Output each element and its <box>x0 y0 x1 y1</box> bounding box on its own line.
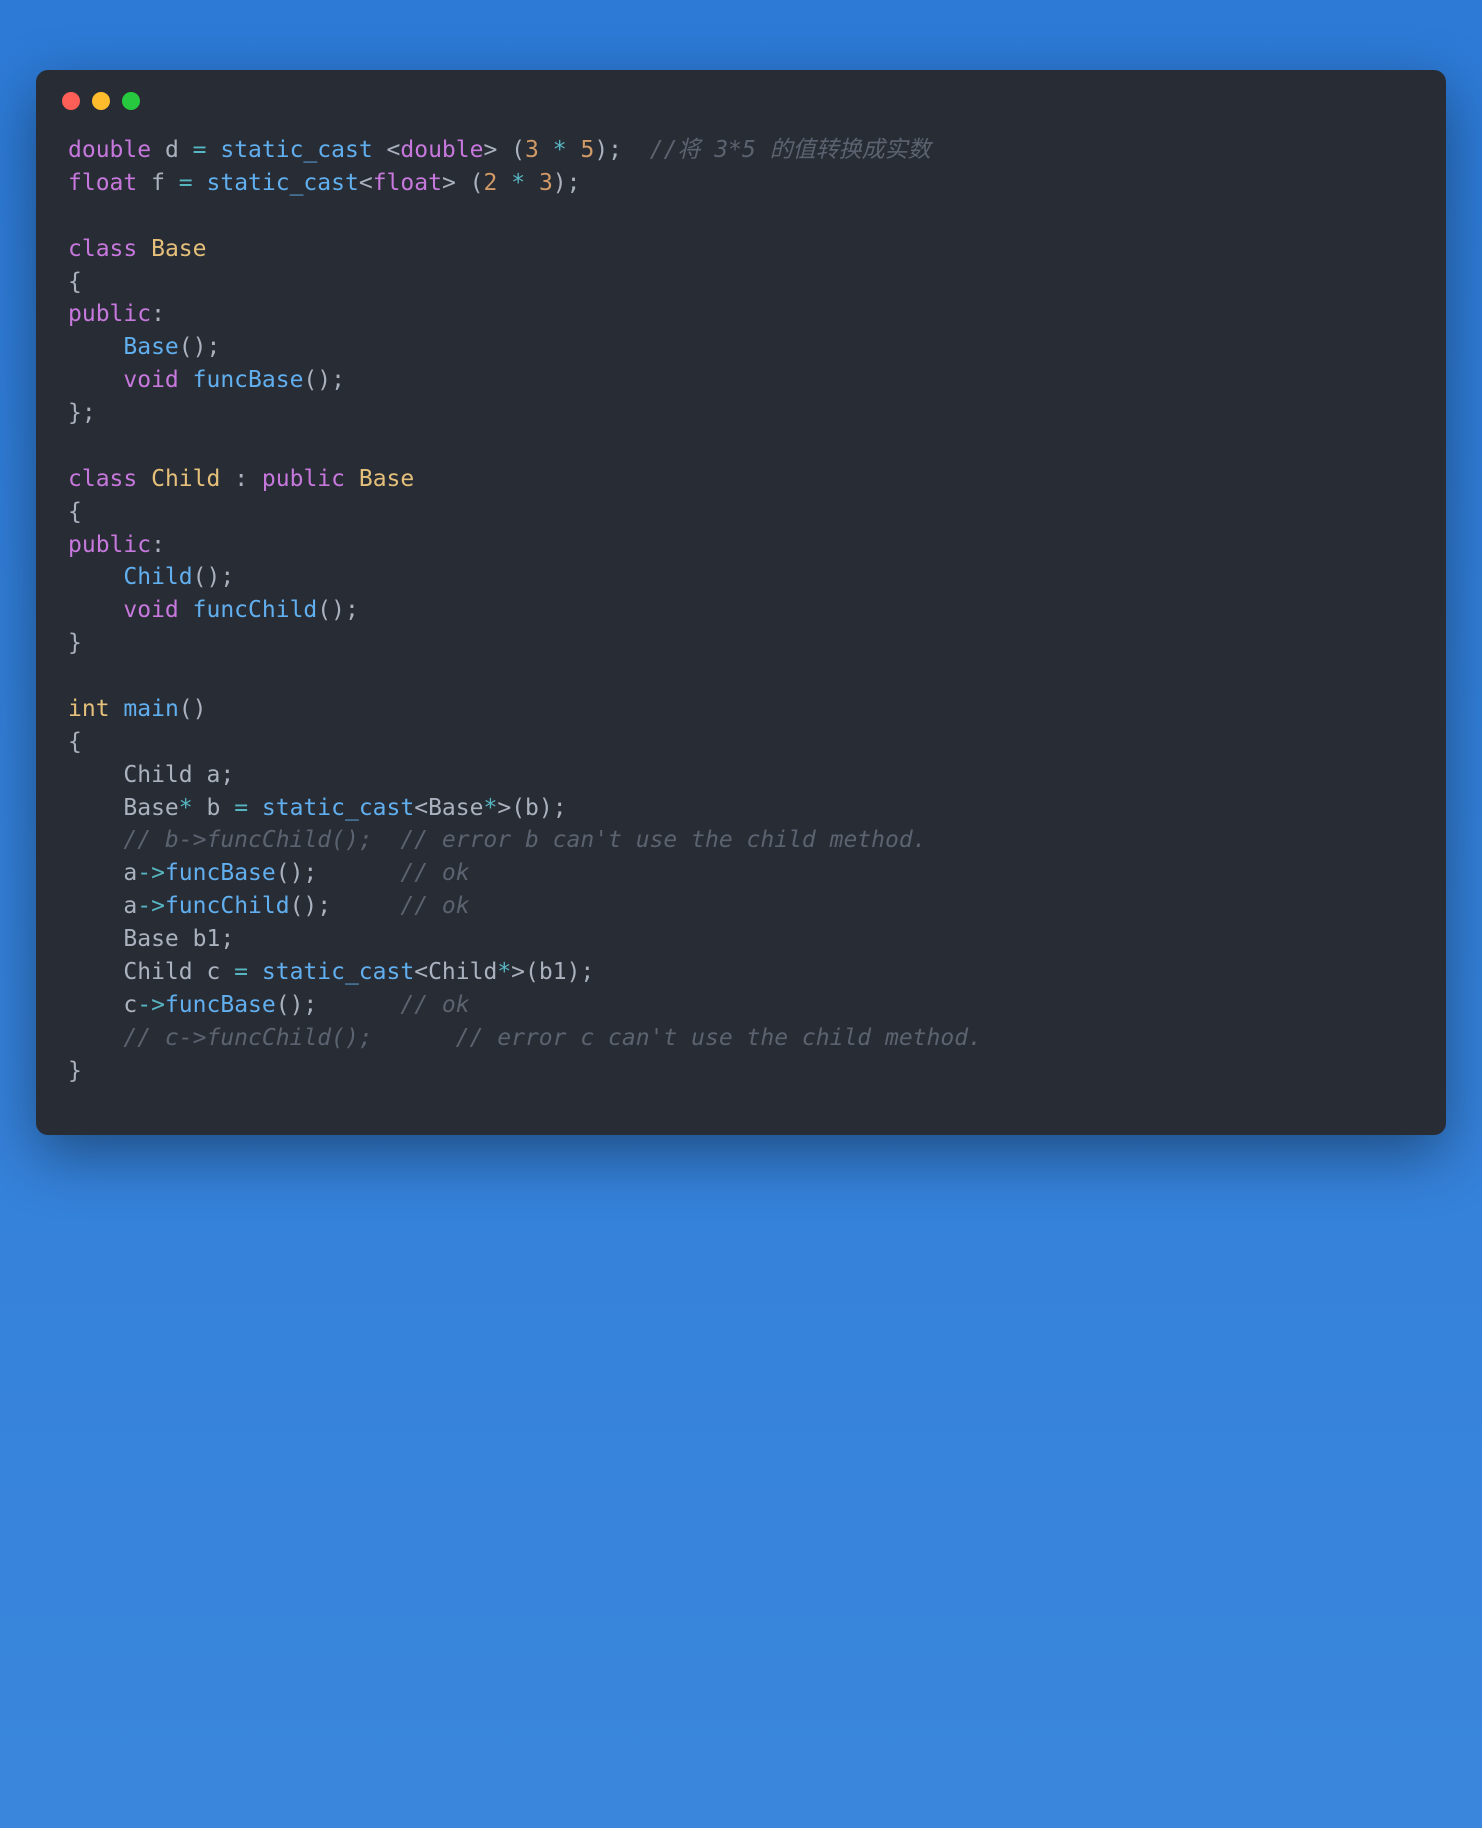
code-line: c->funcBase(); // ok <box>68 992 470 1018</box>
code-line: float f = static_cast<float> (2 * 3); <box>68 170 581 196</box>
code-line: class Child : public Base <box>68 466 414 492</box>
code-line: } <box>68 1058 82 1084</box>
close-icon[interactable] <box>62 92 80 110</box>
code-window: double d = static_cast <double> (3 * 5);… <box>36 70 1446 1135</box>
window-titlebar <box>36 70 1446 118</box>
code-line: a->funcChild(); // ok <box>68 893 470 919</box>
code-line: Base(); <box>68 334 220 360</box>
code-line: void funcBase(); <box>68 367 345 393</box>
code-line: class Base <box>68 236 207 262</box>
code-line: Child a; <box>68 762 234 788</box>
code-line: { <box>68 269 82 295</box>
code-line: public: <box>68 301 165 327</box>
code-line: } <box>68 630 82 656</box>
code-line: Child c = static_cast<Child*>(b1); <box>68 959 594 985</box>
code-line: Base b1; <box>68 926 234 952</box>
code-line: int main() <box>68 696 207 722</box>
code-block: double d = static_cast <double> (3 * 5);… <box>36 118 1446 1135</box>
minimize-icon[interactable] <box>92 92 110 110</box>
code-line: // b->funcChild(); // error b can't use … <box>68 827 927 853</box>
code-line: { <box>68 499 82 525</box>
code-line: void funcChild(); <box>68 597 359 623</box>
code-line: { <box>68 729 82 755</box>
code-line: }; <box>68 400 96 426</box>
maximize-icon[interactable] <box>122 92 140 110</box>
code-line: public: <box>68 532 165 558</box>
code-line: // c->funcChild(); // error c can't use … <box>68 1025 982 1051</box>
code-line: Base* b = static_cast<Base*>(b); <box>68 795 567 821</box>
code-line: Child(); <box>68 564 234 590</box>
code-line: double d = static_cast <double> (3 * 5);… <box>68 137 931 163</box>
code-line: a->funcBase(); // ok <box>68 860 470 886</box>
